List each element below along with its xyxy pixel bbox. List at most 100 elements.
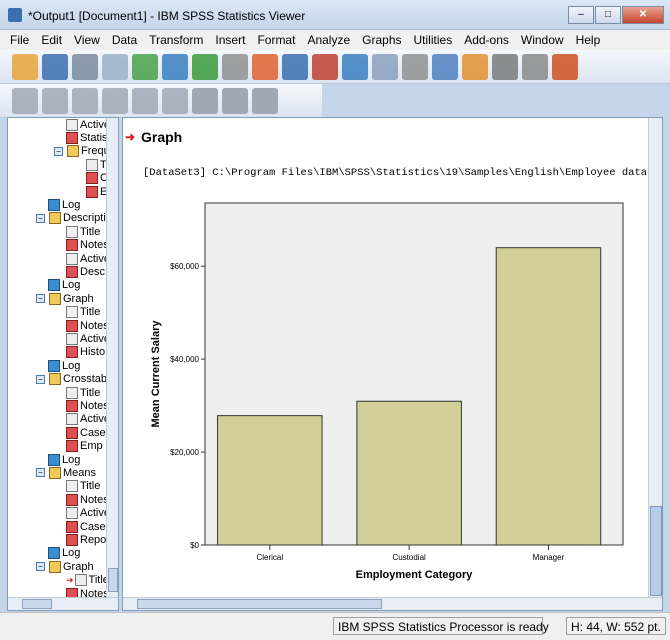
x-tick-label: Clerical (256, 553, 283, 562)
variables-icon[interactable] (342, 53, 368, 80)
run-script-icon[interactable] (462, 53, 488, 80)
outline-item[interactable]: Title (66, 225, 100, 238)
outline-item[interactable]: Histo (66, 346, 105, 359)
outline-item[interactable]: Emp (66, 440, 103, 453)
outline-item[interactable]: − Descriptiv (36, 212, 111, 225)
menu-utilities[interactable]: Utilities (408, 30, 459, 50)
menu-insert[interactable]: Insert (209, 30, 251, 50)
outline-item[interactable]: − Graph (36, 560, 94, 573)
undo-icon[interactable] (192, 53, 218, 80)
hide-icon[interactable] (162, 87, 188, 114)
outline-item[interactable]: − Frequ (54, 145, 110, 158)
outline-item-label: Notes (80, 399, 109, 412)
bar-clerical (217, 415, 323, 546)
bar-chart[interactable]: Clerical Custodial Manager $0 $20,000 $40,000… (123, 118, 663, 611)
outline-item[interactable]: Log (48, 453, 80, 466)
goto-case-icon[interactable] (282, 53, 308, 80)
outline-item[interactable]: Active (66, 118, 110, 131)
menu-view[interactable]: View (68, 30, 106, 50)
outline-item[interactable]: Title (66, 306, 100, 319)
menu-file[interactable]: File (4, 30, 35, 50)
outline-item[interactable]: Title (66, 386, 100, 399)
goto-variable-icon[interactable] (312, 53, 338, 80)
outline-item[interactable]: Title (66, 480, 100, 493)
show-all-icon[interactable] (372, 53, 398, 80)
collapse-icon[interactable]: − (36, 294, 45, 304)
outline-item[interactable]: Notes (66, 493, 109, 506)
outline-item[interactable]: Active (66, 413, 110, 426)
content-vertical-scrollbar[interactable] (648, 118, 662, 598)
collapse-icon[interactable]: − (36, 374, 45, 384)
menu-analyze[interactable]: Analyze (301, 30, 356, 50)
show-icon[interactable] (132, 87, 158, 114)
outline-item-label: Case (80, 426, 106, 439)
collapse-icon[interactable]: − (54, 146, 63, 156)
maximize-button[interactable]: □ (595, 6, 621, 24)
outline-item[interactable]: Log (48, 279, 80, 292)
goto-data-icon[interactable] (252, 53, 278, 80)
outline-item[interactable]: C (86, 172, 108, 185)
save-icon[interactable] (42, 53, 68, 80)
hide-icon[interactable] (402, 53, 428, 80)
designate-window-icon[interactable] (432, 53, 458, 80)
outline-item[interactable]: Case (66, 520, 106, 533)
outline-item[interactable]: Log (48, 198, 80, 211)
menu-transform[interactable]: Transform (143, 30, 209, 50)
menu-help[interactable]: Help (570, 30, 607, 50)
outline-item[interactable]: − Crosstab (36, 373, 107, 386)
outline-item[interactable]: Desc (66, 265, 105, 278)
spss-icon[interactable] (552, 53, 578, 80)
outline-item[interactable]: ➜ Title (66, 574, 109, 587)
outline-item[interactable]: Notes (66, 239, 109, 252)
content-horizontal-scrollbar[interactable] (123, 597, 662, 610)
collapse-icon[interactable]: − (36, 468, 45, 478)
minimize-button[interactable]: – (568, 6, 594, 24)
promote-icon[interactable] (12, 87, 38, 114)
print-icon[interactable] (72, 53, 98, 80)
outline-item[interactable]: E (86, 185, 107, 198)
outline-item[interactable]: Repo (66, 533, 106, 546)
outline-item-label: Repo (80, 533, 107, 546)
y-tick-label: $20,000 (170, 448, 199, 457)
table-icon (66, 131, 78, 144)
outline-item[interactable]: Active (66, 252, 110, 265)
menu-format[interactable]: Format (251, 30, 301, 50)
procedure-icon (67, 145, 79, 158)
print-preview-icon[interactable] (102, 53, 128, 80)
outline-item[interactable]: − Means (36, 466, 96, 479)
outline-item[interactable]: Active (66, 507, 110, 520)
outline-item[interactable]: Log (48, 547, 80, 560)
menu-bar: File Edit View Data Transform Insert Format Ana… (0, 30, 670, 50)
open-icon[interactable] (12, 53, 38, 80)
expand-icon[interactable] (72, 87, 98, 114)
demote-icon[interactable] (42, 87, 68, 114)
menu-graphs[interactable]: Graphs (356, 30, 407, 50)
custom-icon[interactable] (522, 53, 548, 80)
redo-icon[interactable] (222, 53, 248, 80)
outline-item[interactable]: Notes (66, 319, 109, 332)
insert-text-icon[interactable] (252, 87, 278, 114)
insert-title-icon[interactable] (222, 87, 248, 114)
recall-dialog-icon[interactable] (162, 53, 188, 80)
outline-item[interactable]: T (86, 158, 107, 171)
outline-item-label: Notes (80, 319, 109, 332)
collapse-icon[interactable] (102, 87, 128, 114)
outline-item[interactable]: Active (66, 332, 110, 345)
outline-vertical-scrollbar[interactable] (106, 118, 118, 598)
export-icon[interactable] (132, 53, 158, 80)
outline-horizontal-scrollbar[interactable] (8, 597, 118, 610)
menu-data[interactable]: Data (106, 30, 143, 50)
menu-addons[interactable]: Add-ons (458, 30, 515, 50)
insert-heading-icon[interactable] (192, 87, 218, 114)
value-labels-icon[interactable] (492, 53, 518, 80)
close-button[interactable]: ✕ (622, 6, 664, 24)
outline-item[interactable]: Log (48, 359, 80, 372)
menu-window[interactable]: Window (515, 30, 570, 50)
outline-item[interactable]: − Graph (36, 292, 94, 305)
collapse-icon[interactable]: − (36, 562, 45, 572)
outline-item[interactable]: Statis (66, 131, 108, 144)
outline-item[interactable]: Case (66, 426, 106, 439)
menu-edit[interactable]: Edit (35, 30, 68, 50)
outline-item[interactable]: Notes (66, 399, 109, 412)
collapse-icon[interactable]: − (36, 213, 45, 223)
